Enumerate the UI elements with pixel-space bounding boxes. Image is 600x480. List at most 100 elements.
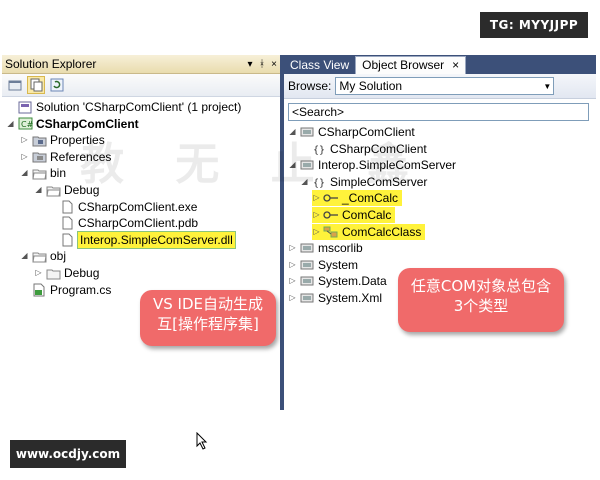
mouse-cursor-icon [196, 431, 208, 453]
assembly-icon [299, 241, 315, 255]
file-icon [59, 233, 75, 247]
show-all-files-button[interactable] [27, 76, 45, 94]
assembly-icon [299, 291, 315, 305]
ob-row[interactable]: ▷ ComCalc [312, 207, 396, 223]
object-browser-panel: Class View Object Browser × Browse: My S… [284, 55, 596, 410]
close-icon[interactable]: × [268, 59, 280, 70]
se-row[interactable]: ▷ Debug [34, 265, 99, 281]
callout-right-line1: 任意COM对象总包含 [410, 277, 552, 295]
callout-left-line2: 互[操作程序集] [157, 315, 259, 333]
ob-row-label: System.Xml [318, 291, 383, 305]
se-row-label: bin [50, 166, 67, 181]
ob-row-label: ComCalc [342, 207, 392, 223]
solution-icon [17, 100, 33, 114]
collapse-arrow-icon[interactable]: ◢ [20, 248, 29, 264]
expand-arrow-icon[interactable]: ▷ [312, 224, 321, 240]
ide-frame: Solution Explorer ▾ ᚼ × Solution 'CSharp… [2, 55, 596, 450]
pin-icon[interactable]: ᚼ [256, 59, 268, 70]
ob-row[interactable]: ▷ System.Xml [288, 290, 382, 306]
tg-watermark: TG: MYYJJPP [480, 12, 588, 38]
browse-bar: Browse: My Solution ▼ [284, 74, 596, 99]
ob-row-label: System.Data [318, 274, 387, 289]
expand-arrow-icon[interactable]: ▷ [20, 149, 29, 165]
show-all-files-icon [30, 78, 43, 92]
ob-row[interactable]: ▷ mscorlib [288, 240, 363, 256]
solution-explorer-titlebar: Solution Explorer ▾ ᚼ × [2, 55, 280, 74]
chevron-down-icon[interactable]: ▼ [541, 82, 553, 91]
ob-row[interactable]: ▷ System [288, 257, 358, 273]
se-row-label: obj [50, 249, 67, 264]
expand-arrow-icon[interactable]: ▷ [34, 265, 43, 281]
tab-object-browser[interactable]: Object Browser × [355, 56, 467, 74]
interface-icon [323, 208, 339, 222]
browse-scope-value: My Solution [339, 79, 403, 93]
se-row-label: Program.cs [50, 282, 112, 297]
refresh-button[interactable] [48, 76, 66, 94]
ob-row[interactable]: ▷ _ComCalc [312, 190, 403, 207]
folder-open-icon [31, 249, 47, 263]
se-row-label: Interop.SimpleComServer.dll [77, 230, 236, 249]
properties-folder-icon [31, 133, 47, 147]
solution-explorer-toolbar [2, 74, 280, 97]
csharp-file-icon [31, 283, 47, 297]
se-row[interactable]: CSharpComClient.pdb [48, 215, 198, 231]
faint-watermark-logo: 教 无 止 鑫 [80, 139, 428, 190]
se-row[interactable]: ◢ obj [20, 248, 66, 264]
browse-scope-select[interactable]: My Solution ▼ [335, 77, 555, 95]
tab-object-browser-label: Object Browser [362, 58, 445, 72]
callout-right: 任意COM对象总包含 3个类型 [398, 268, 564, 332]
se-row[interactable]: ◢ bin [20, 165, 66, 181]
ob-row-label: ComCalcClass [342, 223, 422, 240]
expand-arrow-icon[interactable]: ▷ [288, 240, 297, 256]
references-folder-icon [31, 150, 47, 164]
folder-open-icon [45, 183, 61, 197]
interface-icon [323, 191, 339, 205]
browse-label: Browse: [288, 79, 332, 93]
collapse-arrow-icon[interactable]: ◢ [20, 165, 29, 181]
document-tabs: Class View Object Browser × [284, 55, 596, 74]
assembly-icon [299, 258, 315, 272]
folder-open-icon [31, 166, 47, 180]
callout-right-line2: 3个类型 [453, 297, 509, 315]
expand-arrow-icon[interactable]: ▷ [312, 207, 321, 223]
solution-explorer-panel: Solution Explorer ▾ ᚼ × Solution 'CSharp… [2, 55, 280, 450]
properties-button[interactable] [6, 76, 24, 94]
refresh-icon [50, 78, 64, 92]
ob-row-label: mscorlib [318, 241, 363, 256]
solution-explorer-title: Solution Explorer [5, 57, 97, 71]
se-row[interactable]: CSharpComClient.exe [48, 199, 197, 215]
svg-text:C#: C# [21, 120, 33, 129]
collapse-arrow-icon[interactable]: ◢ [6, 116, 15, 132]
ob-row[interactable]: ▷ ComCalcClass [312, 223, 426, 240]
csharp-project-icon: C# [17, 117, 33, 131]
tab-class-view[interactable]: Class View [284, 57, 355, 74]
file-icon [59, 216, 75, 230]
collapse-arrow-icon[interactable]: ◢ [34, 182, 43, 198]
tab-close-icon[interactable]: × [452, 57, 459, 74]
expand-arrow-icon[interactable]: ▷ [288, 290, 297, 306]
class-icon [323, 225, 339, 239]
callout-left-line1: VS IDE自动生成 [152, 295, 263, 313]
object-search-input[interactable]: <Search> [288, 103, 589, 121]
se-row[interactable]: Program.cs [20, 282, 111, 298]
ob-row-label: _ComCalc [342, 190, 399, 207]
se-row-label: CSharpComClient.exe [78, 199, 198, 214]
se-row-label: Solution 'CSharpComClient' (1 project) [36, 100, 242, 114]
expand-arrow-icon[interactable]: ▷ [288, 257, 297, 273]
object-browser-body: Browse: My Solution ▼ <Search> ◢ CSharpCo… [284, 74, 596, 410]
se-row[interactable]: Solution 'CSharpComClient' (1 project) [6, 99, 241, 115]
url-watermark: www.ocdjy.com [10, 440, 126, 468]
file-icon [59, 200, 75, 214]
ob-row[interactable]: ▷ System.Data [288, 273, 387, 289]
expand-arrow-icon[interactable]: ▷ [312, 190, 321, 206]
folder-icon [45, 266, 61, 280]
properties-icon [8, 80, 22, 91]
ob-row-label: System [318, 257, 359, 272]
se-row-label: Debug [64, 266, 100, 280]
se-row[interactable]: Interop.SimpleComServer.dll [48, 230, 236, 249]
se-row-label: CSharpComClient.pdb [78, 216, 199, 231]
expand-arrow-icon[interactable]: ▷ [288, 273, 297, 289]
callout-left: VS IDE自动生成 互[操作程序集] [140, 290, 276, 346]
expand-arrow-icon[interactable]: ▷ [20, 132, 29, 148]
dropdown-icon[interactable]: ▾ [244, 59, 256, 70]
